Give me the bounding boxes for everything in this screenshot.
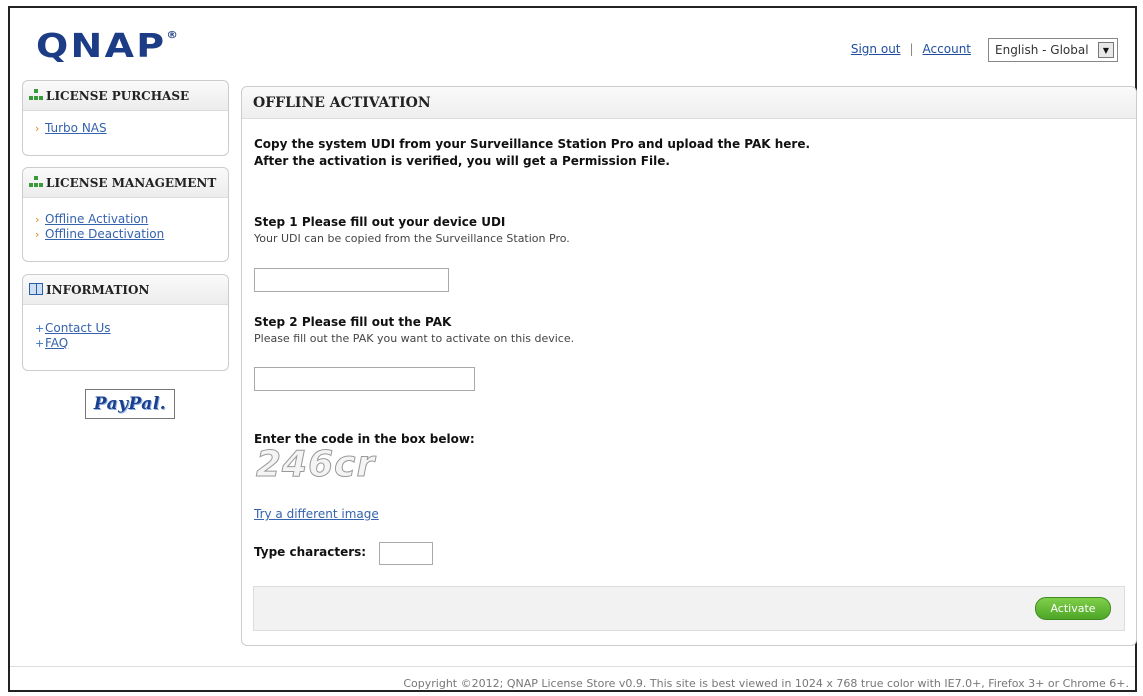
arrow-right-icon: ›	[35, 228, 40, 241]
footer-divider	[10, 666, 1135, 667]
sidebar-heading-information: INFORMATION	[23, 275, 228, 305]
action-bar: Activate	[253, 586, 1125, 631]
sidebar-information: INFORMATION + Contact Us + FAQ	[22, 274, 229, 371]
activate-button[interactable]: Activate	[1035, 597, 1111, 620]
sidebar-item-turbo-nas[interactable]: › Turbo NAS	[35, 121, 228, 136]
arrow-right-icon: ›	[35, 213, 40, 226]
link-separator: |	[909, 42, 914, 56]
step2-description: Please fill out the PAK you want to acti…	[254, 332, 575, 345]
sign-out-link[interactable]: Sign out	[851, 42, 901, 56]
sidebar-heading-purchase: LICENSE PURCHASE	[23, 81, 228, 111]
plus-icon: +	[35, 322, 45, 335]
sidebar-item-faq[interactable]: + FAQ	[35, 336, 228, 351]
try-different-image-link[interactable]: Try a different image	[254, 507, 379, 521]
sidebar-license-purchase: LICENSE PURCHASE › Turbo NAS	[22, 80, 229, 156]
page-frame: QNAP® Sign out | Account English - Global …	[8, 6, 1137, 692]
udi-input[interactable]	[254, 268, 449, 292]
sidebar-item-offline-deactivation[interactable]: › Offline Deactivation	[35, 227, 228, 242]
step1-title: Step 1 Please fill out your device UDI	[254, 215, 506, 229]
sidebar-item-offline-activation[interactable]: › Offline Activation	[35, 212, 228, 227]
arrow-right-icon: ›	[35, 122, 40, 135]
step2-title: Step 2 Please fill out the PAK	[254, 315, 452, 329]
sitemap-icon	[29, 176, 43, 188]
language-select-value: English - Global	[995, 43, 1089, 57]
sidebar-heading-management: LICENSE MANAGEMENT	[23, 168, 228, 198]
type-characters-label: Type characters:	[254, 545, 367, 559]
top-links: Sign out | Account	[851, 42, 971, 56]
panel-title: OFFLINE ACTIVATION	[242, 87, 1136, 119]
chevron-down-icon[interactable]: ▼	[1098, 42, 1114, 58]
captcha-input[interactable]	[379, 542, 433, 565]
pak-input[interactable]	[254, 367, 475, 391]
account-link[interactable]: Account	[923, 42, 971, 56]
language-select[interactable]: English - Global ▼	[988, 38, 1118, 62]
captcha-image: 246cr	[256, 444, 376, 485]
sitemap-icon	[29, 89, 43, 101]
step1-description: Your UDI can be copied from the Surveill…	[254, 232, 570, 245]
copyright-text: Copyright ©2012; QNAP License Store v0.9…	[403, 677, 1129, 690]
intro-text: Copy the system UDI from your Surveillan…	[254, 137, 811, 168]
offline-activation-panel: OFFLINE ACTIVATION Copy the system UDI f…	[241, 86, 1137, 646]
sidebar-item-contact-us[interactable]: + Contact Us	[35, 321, 228, 336]
paypal-logo[interactable]: PayPal.	[85, 389, 175, 419]
plus-icon: +	[35, 337, 45, 350]
qnap-logo: QNAP®	[36, 26, 181, 65]
book-icon	[29, 283, 43, 295]
sidebar-license-management: LICENSE MANAGEMENT › Offline Activation ›…	[22, 167, 229, 262]
